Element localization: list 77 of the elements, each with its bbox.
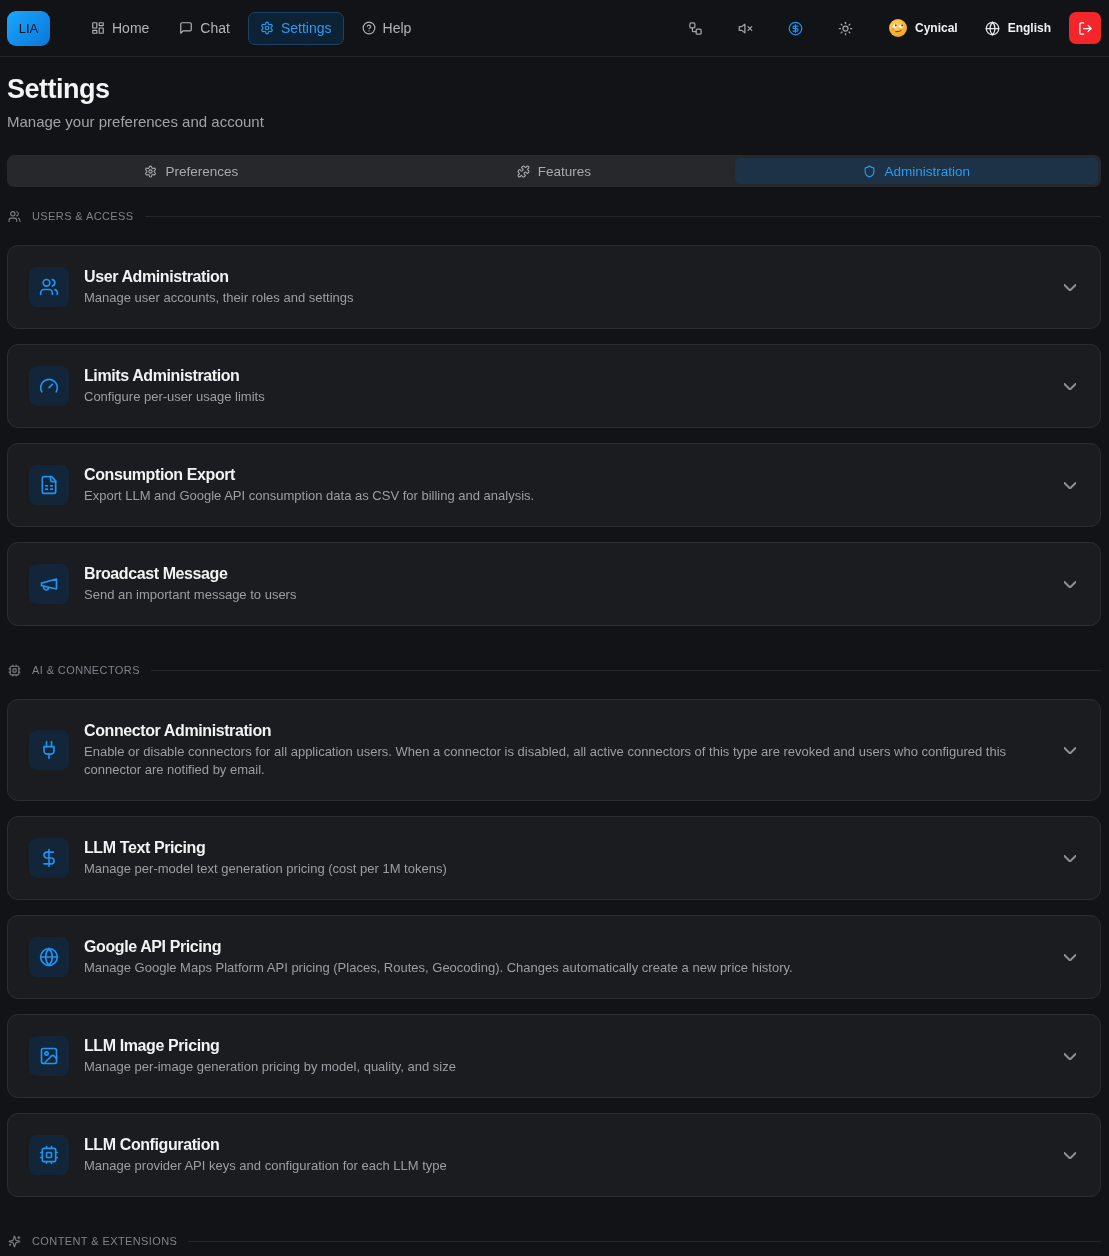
chip-icon [8, 663, 21, 677]
accordion-card[interactable]: Broadcast Message Send an important message to users [7, 542, 1101, 626]
chevron-down-icon[interactable] [1064, 1052, 1076, 1060]
sun-icon[interactable] [837, 20, 853, 36]
card-title: Connector Administration [84, 721, 273, 741]
chevron-down-icon[interactable] [1064, 580, 1076, 588]
chevron-down-icon[interactable] [1064, 854, 1076, 862]
accordion-card[interactable]: Consumption Export Export LLM and Google API consumption data as CSV for billing and analysis. [7, 443, 1101, 527]
logo[interactable]: LIA [7, 10, 50, 46]
section-heading: USERS & ACCESS [32, 209, 134, 224]
help-icon [361, 21, 376, 35]
chat-bubble-icon [179, 21, 194, 35]
nav-link[interactable]: Help [349, 11, 424, 45]
nav-link[interactable]: Home [79, 11, 162, 45]
card-description: Manage per-model text generation pricing (cost per 1M tokens) [84, 860, 448, 878]
users-icon [8, 209, 21, 223]
nav-link[interactable]: Chat [167, 11, 242, 45]
linked-squares-icon[interactable] [687, 20, 703, 36]
gauge-icon [29, 366, 69, 406]
shield-icon [863, 164, 877, 178]
accordion-card[interactable] [7, 699, 1101, 801]
chip-icon [29, 1135, 69, 1175]
card-title: Google API Pricing [84, 937, 223, 957]
tab[interactable]: Preferences [10, 158, 373, 184]
plug-icon [29, 730, 69, 770]
card-title: LLM Image Pricing [84, 1036, 221, 1056]
image-icon [29, 1036, 69, 1076]
card-description: Manage user accounts, their roles and settings [84, 289, 355, 307]
page-subtitle: Manage your preferences and account [7, 112, 265, 132]
page-title: Settings [7, 73, 111, 106]
accordion-card[interactable]: LLM Text Pricing Manage per-model text generation pricing (cost per 1M tokens) [7, 816, 1101, 900]
accordion-card[interactable]: User Administration Manage user accounts, their roles and settings [7, 245, 1101, 329]
section-heading: AI & CONNECTORS [32, 663, 140, 678]
accordion-card[interactable]: Google API Pricing Manage Google Maps Platform API pricing (Places, Routes, Geocoding). Changes automatically create a new price history. [7, 915, 1101, 999]
accordion-card[interactable]: LLM Configuration Manage provider API keys and configuration for each LLM type [7, 1113, 1101, 1197]
grid-icon [91, 21, 105, 35]
chevron-down-icon[interactable] [1064, 1151, 1076, 1159]
persona-button[interactable]: Cynical [882, 12, 964, 44]
logout-button[interactable] [1069, 12, 1101, 44]
settings-icon [144, 164, 158, 178]
section-heading: CONTENT & EXTENSIONS [32, 1234, 178, 1249]
language-button[interactable]: English [978, 12, 1057, 44]
dollar-sign-icon [29, 838, 69, 878]
spreadsheet-file-icon [29, 465, 69, 505]
settings-icon [259, 21, 274, 35]
card-description: Manage provider API keys and configuration for each LLM type [84, 1157, 448, 1175]
puzzle-piece-icon [516, 164, 530, 178]
card-title: User Administration [84, 267, 230, 287]
chevron-down-icon[interactable] [1064, 953, 1076, 961]
tab[interactable]: Administration [735, 158, 1098, 184]
card-description: Configure per-user usage limits [84, 388, 266, 406]
chevron-down-icon[interactable] [1064, 481, 1076, 489]
card-title: LLM Text Pricing [84, 838, 207, 858]
logout-icon [1077, 20, 1093, 36]
smirking-face-icon [888, 19, 907, 37]
chevron-down-icon[interactable] [1064, 746, 1076, 754]
megaphone-icon [29, 564, 69, 604]
sparkles-icon [8, 1234, 21, 1248]
card-title: Broadcast Message [84, 564, 229, 584]
card-description: Enable or disable connectors for all application users. When a connector is disabled, all active connectors of this type are revoked and users who configured this connector are notified by email. [84, 743, 1008, 779]
globe-icon [29, 937, 69, 977]
card-title: Consumption Export [84, 465, 236, 485]
card-title: LLM Configuration [84, 1135, 221, 1155]
globe-icon [984, 20, 1000, 36]
chevron-down-icon[interactable] [1064, 283, 1076, 291]
accordion-card[interactable]: Limits Administration Configure per-user usage limits [7, 344, 1101, 428]
dollar-circle-icon[interactable] [787, 20, 803, 36]
card-title: Limits Administration [84, 366, 241, 386]
chevron-down-icon[interactable] [1064, 382, 1076, 390]
users-icon [29, 267, 69, 307]
accordion-card[interactable]: LLM Image Pricing Manage per-image generation pricing by model, quality, and size [7, 1014, 1101, 1098]
nav-link[interactable]: Settings [247, 11, 344, 45]
card-description: Send an important message to users [84, 586, 298, 604]
card-description: Manage per-image generation pricing by model, quality, and size [84, 1058, 457, 1076]
card-description: Manage Google Maps Platform API pricing (Places, Routes, Geocoding). Changes automatically create a new price history. [84, 959, 794, 977]
tab[interactable]: Features [372, 158, 736, 184]
card-description: Export LLM and Google API consumption data as CSV for billing and analysis. [84, 487, 536, 505]
